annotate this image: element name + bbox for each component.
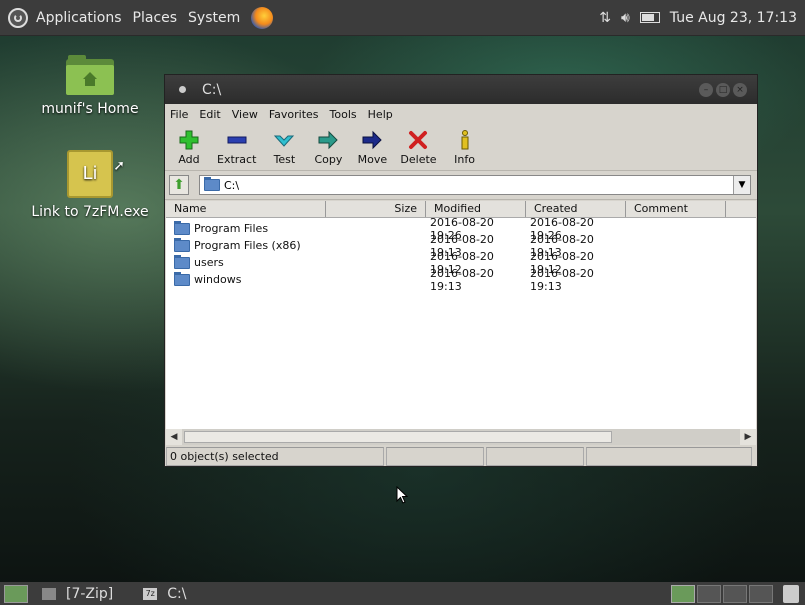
folder-icon	[174, 254, 190, 269]
distro-logo-icon[interactable]	[8, 7, 28, 28]
status-cell	[386, 447, 484, 466]
window-titlebar[interactable]: C:\ – □ ×	[165, 75, 757, 104]
7zip-window: C:\ – □ × File Edit View Favorites Tools…	[164, 74, 758, 467]
menu-edit[interactable]: Edit	[199, 108, 220, 121]
scroll-right-icon[interactable]: ▶	[740, 429, 756, 445]
menu-file[interactable]: File	[170, 108, 188, 121]
toolbar: Add Extract Test Copy Move Delete Info	[165, 124, 757, 171]
workspace-3[interactable]	[723, 584, 747, 603]
status-cell	[586, 447, 752, 466]
workspace-1[interactable]	[671, 584, 695, 603]
bottom-panel: [7-Zip] 7z C:\	[0, 582, 805, 605]
folder-icon	[42, 587, 56, 600]
status-selection: 0 object(s) selected	[166, 447, 384, 466]
folder-icon	[174, 271, 190, 286]
address-value: C:\	[224, 178, 240, 192]
address-bar: ⬆ C:\ ▼	[165, 171, 757, 200]
menu-help[interactable]: Help	[368, 108, 393, 121]
system-menu[interactable]: System	[188, 10, 240, 26]
volume-icon[interactable]: 🔊︎	[621, 10, 630, 26]
taskbar-item-7zip-window[interactable]: 7z C:\	[143, 586, 186, 602]
horizontal-scrollbar[interactable]: ◀ ▶	[166, 429, 756, 445]
taskbar-item-7zip-folder[interactable]: [7-Zip]	[42, 586, 113, 602]
menu-view[interactable]: View	[232, 108, 258, 121]
menu-favorites[interactable]: Favorites	[269, 108, 319, 121]
home-folder-icon	[66, 55, 114, 95]
scrollbar-thumb[interactable]	[184, 431, 612, 443]
extract-icon	[226, 129, 248, 151]
info-button[interactable]: Info	[449, 129, 481, 166]
desktop-icon-label: Link to 7zFM.exe	[31, 204, 149, 220]
folder-icon	[174, 220, 190, 235]
folder-icon	[204, 177, 220, 191]
window-menubar: File Edit View Favorites Tools Help	[165, 104, 757, 124]
workspace-switcher	[671, 584, 773, 603]
mouse-cursor-icon	[396, 486, 408, 504]
address-combobox[interactable]: C:\ ▼	[199, 175, 751, 195]
firefox-icon[interactable]	[251, 6, 274, 29]
top-panel: Applications Places System ⇅ 🔊︎ Tue Aug …	[0, 0, 805, 36]
file-list[interactable]: Name Size Modified Created Comment Progr…	[166, 201, 756, 445]
7zip-app-icon: 7z	[143, 587, 158, 600]
clock[interactable]: Tue Aug 23, 17:13	[670, 10, 797, 26]
move-icon	[361, 129, 383, 151]
workspace-2[interactable]	[697, 584, 721, 603]
add-button[interactable]: Add	[173, 129, 205, 166]
column-comment[interactable]: Comment	[626, 201, 726, 217]
desktop-icon-7zfm-link[interactable]: Li ➚ Link to 7zFM.exe	[30, 150, 150, 220]
delete-icon	[407, 129, 429, 151]
minimize-button[interactable]: –	[699, 82, 713, 97]
up-folder-button[interactable]: ⬆	[169, 175, 189, 195]
chevron-down-icon[interactable]: ▼	[733, 176, 750, 194]
folder-icon	[174, 237, 190, 252]
desktop-icon-home[interactable]: munif's Home	[30, 55, 150, 117]
battery-icon[interactable]	[639, 12, 660, 23]
window-title: C:\	[202, 81, 222, 98]
extract-button[interactable]: Extract	[217, 129, 256, 166]
desktop-icon-label: munif's Home	[41, 101, 139, 117]
table-row[interactable]: windows 2016-08-20 19:13 2016-08-20 19:1…	[166, 267, 756, 293]
trash-icon[interactable]	[783, 584, 799, 603]
places-menu[interactable]: Places	[133, 10, 178, 26]
delete-button[interactable]: Delete	[400, 129, 437, 166]
network-icon[interactable]: ⇅	[599, 10, 611, 26]
move-button[interactable]: Move	[356, 129, 388, 166]
copy-icon	[317, 129, 339, 151]
system-tray: ⇅ 🔊︎ Tue Aug 23, 17:13	[599, 10, 805, 26]
test-button[interactable]: Test	[268, 129, 300, 166]
column-size[interactable]: Size	[326, 201, 426, 217]
maximize-button[interactable]: □	[716, 82, 730, 97]
close-button[interactable]: ×	[733, 82, 747, 97]
add-icon	[178, 129, 200, 151]
scroll-left-icon[interactable]: ◀	[166, 429, 182, 445]
exe-link-icon: Li ➚	[67, 150, 125, 198]
shortcut-arrow-icon: ➚	[113, 158, 125, 174]
info-icon	[454, 129, 476, 151]
window-menu-icon[interactable]	[179, 86, 186, 93]
copy-button[interactable]: Copy	[312, 129, 344, 166]
workspace-4[interactable]	[749, 584, 773, 603]
applications-menu[interactable]: Applications	[36, 10, 122, 26]
status-bar: 0 object(s) selected	[166, 447, 756, 466]
status-cell	[486, 447, 584, 466]
show-desktop-button[interactable]	[4, 584, 28, 603]
test-icon	[273, 129, 295, 151]
menu-tools[interactable]: Tools	[330, 108, 357, 121]
column-name[interactable]: Name	[166, 201, 326, 217]
